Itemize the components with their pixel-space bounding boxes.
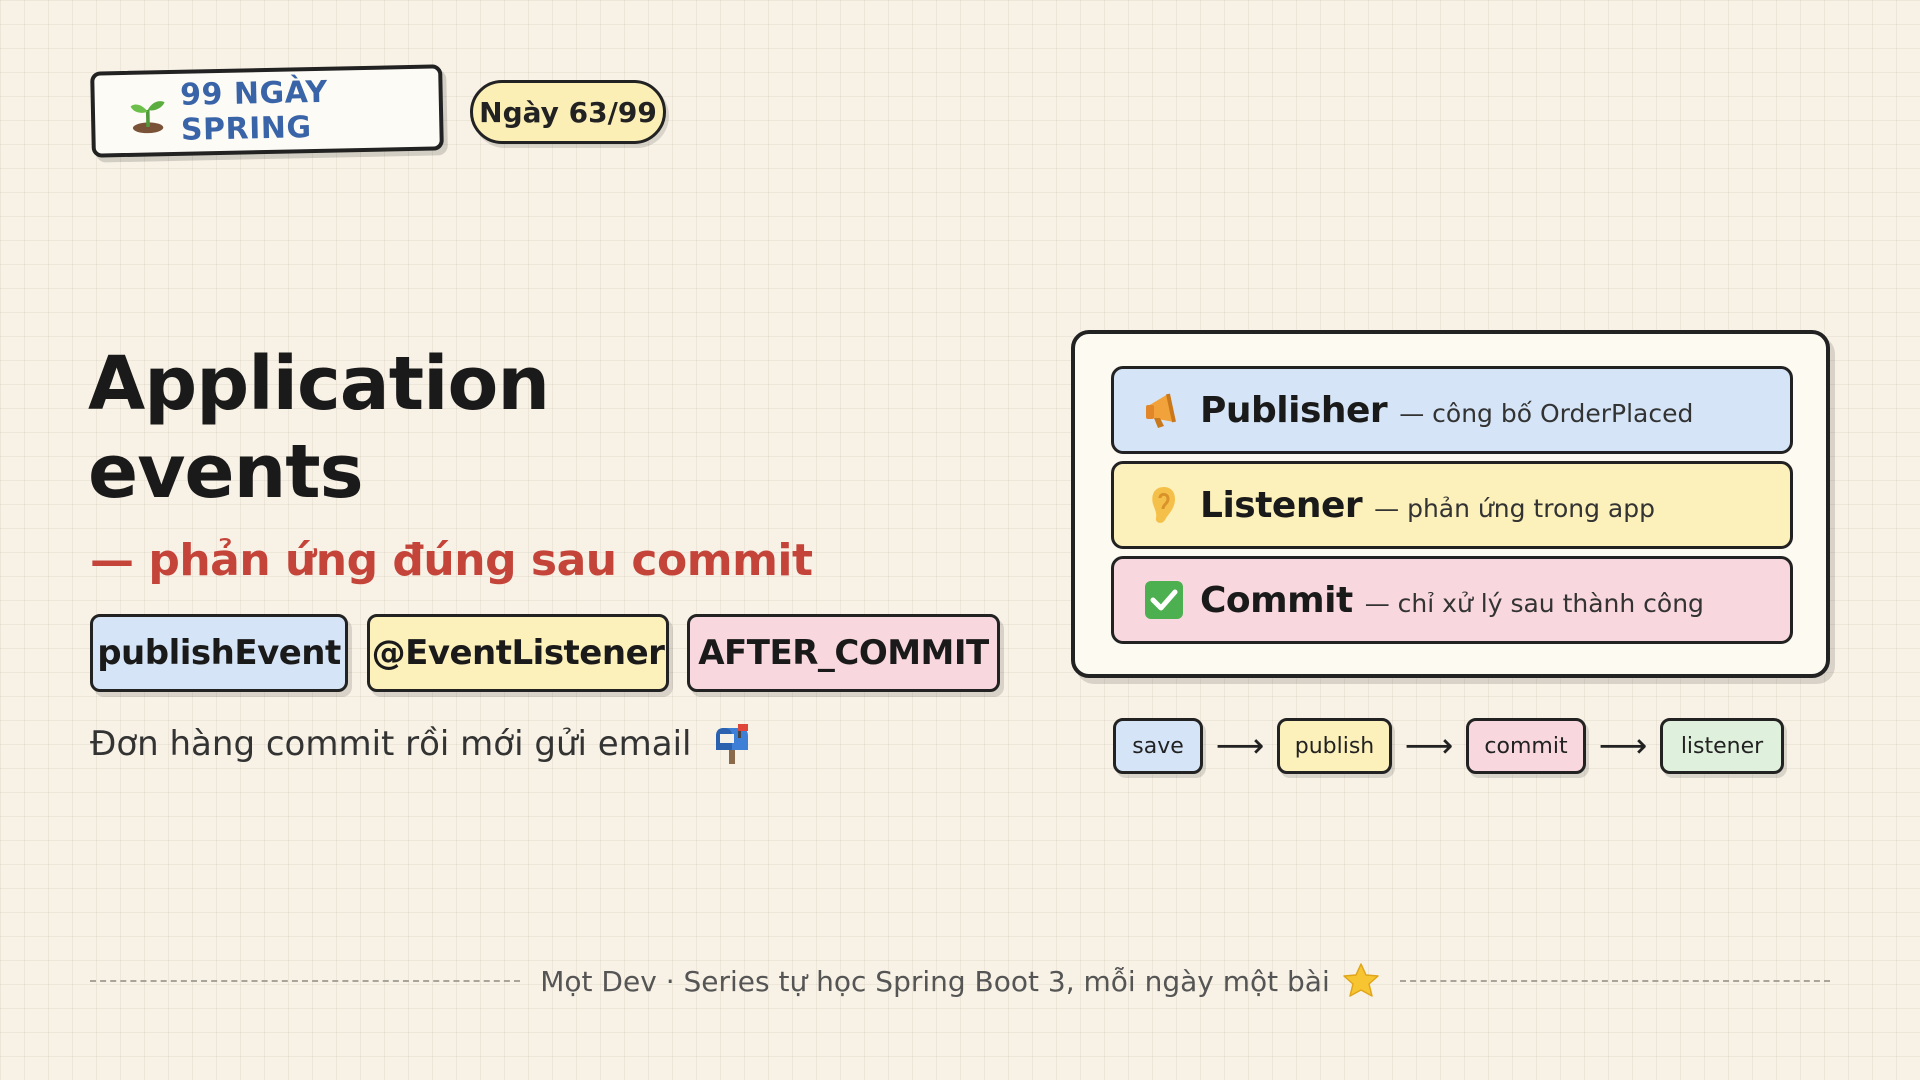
title-line-1: Application: [88, 341, 550, 427]
series-badge-label: 99 NGÀY SPRING: [179, 74, 329, 148]
flow-diagram: save ⟶ publish ⟶ commit ⟶ listener: [1113, 718, 1784, 774]
role-card-publisher: Publisher — công bố OrderPlaced: [1111, 366, 1793, 454]
footer: Mọt Dev · Series tự học Spring Boot 3, m…: [90, 962, 1831, 1000]
footer-text: Mọt Dev · Series tự học Spring Boot 3, m…: [540, 964, 1330, 998]
tag-event-listener: @EventListener: [367, 614, 669, 692]
role-name-publisher: Publisher: [1200, 389, 1388, 431]
mailbox-icon: [715, 724, 748, 764]
flow-step-save: save: [1113, 718, 1203, 774]
series-badge: 99 NGÀY SPRING: [90, 64, 444, 158]
footer-divider-left: [90, 980, 521, 982]
role-desc-commit: — chỉ xử lý sau thành công: [1364, 588, 1704, 618]
caption-text: Đơn hàng commit rồi mới gửi email: [90, 724, 692, 764]
sprout-icon: [130, 101, 165, 134]
role-name-commit: Commit: [1200, 579, 1353, 621]
flow-arrow: ⟶: [1215, 726, 1265, 766]
flow-arrow: ⟶: [1404, 726, 1454, 766]
footer-credit: Mọt Dev · Series tự học Spring Boot 3, m…: [520, 962, 1399, 1000]
role-name-listener: Listener: [1200, 484, 1363, 526]
role-desc-listener: — phản ứng trong app: [1374, 493, 1655, 523]
flow-step-listener: listener: [1660, 718, 1784, 774]
day-counter-badge: Ngày 63/99: [470, 80, 666, 144]
tag-publish-event: publishEvent: [90, 614, 348, 692]
check-box-icon: [1145, 581, 1183, 619]
flow-arrow: ⟶: [1598, 726, 1648, 766]
star-icon: [1343, 963, 1379, 997]
page-title: Application events: [88, 340, 550, 516]
subtitle: — phản ứng đúng sau commit: [90, 535, 813, 586]
tag-after-commit: AFTER_COMMIT: [687, 614, 1000, 692]
role-card-listener: Listener — phản ứng trong app: [1111, 461, 1793, 549]
flow-step-commit: commit: [1466, 718, 1586, 774]
footer-divider-right: [1399, 980, 1831, 982]
role-card-commit: Commit — chỉ xử lý sau thành công: [1111, 556, 1793, 644]
flow-step-publish: publish: [1277, 718, 1392, 774]
ear-icon: [1152, 487, 1175, 523]
title-line-2: events: [88, 429, 364, 515]
megaphone-icon: [1146, 393, 1176, 428]
roles-panel: Publisher — công bố OrderPlaced Listener…: [1071, 330, 1830, 678]
role-desc-publisher: — công bố OrderPlaced: [1399, 398, 1694, 428]
caption: Đơn hàng commit rồi mới gửi email: [90, 722, 754, 766]
